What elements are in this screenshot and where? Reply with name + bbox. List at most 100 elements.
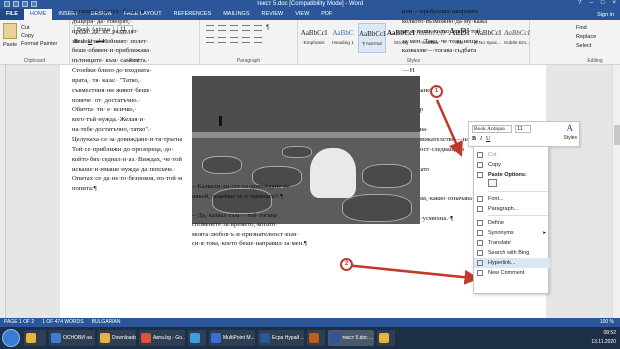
sign-in-link[interactable]: Sign in [597,12,620,18]
multilevel-list-icon[interactable] [230,25,238,31]
menu-item-label: Hyperlink... [488,260,516,266]
menu-item-copy[interactable]: Copy [474,160,550,170]
tab-file[interactable]: FILE [0,9,24,20]
cut-button[interactable]: Cut [21,24,57,32]
scrollbar-thumb[interactable] [614,125,620,145]
tab-pdf[interactable]: PDF [315,9,338,20]
clock-time: 08:52 [603,330,616,336]
app-icon [26,333,36,343]
tab-review[interactable]: REVIEW [256,9,290,20]
menu-item-label: Synonyms [488,230,514,236]
menu-item-translate[interactable]: Translate [474,238,550,248]
style-name: Heading 1 [332,41,354,46]
mini-italic-button[interactable]: I [480,136,482,142]
tab-home[interactable]: HOME [23,9,53,20]
tab-mailings[interactable]: MAILINGS [217,9,255,20]
text-line: който·бях·седнал·и·аз.·Виждах,·че·той· [72,155,182,163]
help-button[interactable]: ? [578,0,581,6]
taskbar-item[interactable]: текст 5.doc ... [328,330,374,346]
app-icon [100,333,110,343]
align-left-icon[interactable] [206,37,214,43]
text-line: завинаги.· Нейният· полет· [72,37,149,45]
menu-item-define[interactable]: Define [474,218,550,228]
minimize-button[interactable]: – [590,0,593,6]
start-button-icon[interactable] [2,329,20,347]
link-icon [477,260,483,266]
menu-item-cut[interactable]: Cut [474,150,550,160]
format-painter-button[interactable]: Format Painter [21,40,57,48]
style-name: ¶ Normal [362,42,382,47]
menu-separator [488,191,548,192]
text-effects-icon[interactable]: A [567,123,574,133]
show-formatting-button[interactable]: ¶ [266,25,269,31]
align-center-icon[interactable] [218,37,226,43]
style-emphasis[interactable]: AaBbCcI Emphasis [300,23,328,53]
taskbar-item[interactable]: ОСНОВИ на ... [49,330,95,346]
justify-icon[interactable] [242,37,250,43]
page-count[interactable]: PAGE 1 OF 2 [4,318,34,327]
mini-styles-button[interactable]: Styles [563,135,577,141]
editing-group: Find Replace Select Editing [570,20,620,65]
app-icon [330,333,340,343]
paste-icon[interactable] [3,23,17,39]
submenu-arrow-icon: ▸ [543,230,546,236]
vertical-scrollbar[interactable] [612,65,620,318]
taskbar-item-label: Есра Нурай ... [272,335,304,341]
bullets-icon[interactable] [206,25,214,31]
taskbar-item[interactable] [188,330,206,346]
replace-button[interactable]: Replace [576,33,596,42]
find-button[interactable]: Find [576,24,596,33]
text-column-left[interactable]: летището· дочух· баща· и· дъщеря· да· гов… [72,7,182,194]
text-line: Той·се·приближи·до·прозореца,·до· [72,145,174,153]
paste-keep-text-icon[interactable] [488,179,497,187]
taskbar-item[interactable] [307,330,325,346]
text-line: повече· от· достатъчно.· [72,96,141,104]
taskbar-item[interactable]: MultiPoint M... [209,330,255,346]
synonyms-icon [477,230,483,236]
text-line: на·тебе·достатъчно,·татко".· [72,126,152,134]
app-icon [309,333,319,343]
mini-font-size[interactable]: 11 [515,125,531,133]
decrease-indent-icon[interactable] [242,25,250,31]
increase-indent-icon[interactable] [254,25,262,31]
menu-item-search-bing[interactable]: Search with Bing [474,248,550,258]
copy-button[interactable]: Copy [21,32,57,40]
style-sample: AaBbC [332,29,354,37]
zoom-level[interactable]: 100 % [600,318,614,327]
app-icon [211,333,221,343]
taskbar-item[interactable] [377,330,395,346]
taskbar-item[interactable]: Downloads [98,330,136,346]
mini-font-name[interactable]: Book Antiqua [472,125,512,133]
numbering-icon[interactable] [218,25,226,31]
menu-item-label: Paragraph... [488,206,519,212]
word-count[interactable]: 1 OF 474 WORDS [42,318,83,327]
text-column-middle[interactable]: –·Казвали·ли·сте·се·довиждане·на· някой,·… [192,182,368,249]
taskbar-item[interactable]: Есра Нурай ... [258,330,304,346]
taskbar-item[interactable] [24,330,46,346]
menu-item-synonyms[interactable]: Synonyms ▸ [474,228,550,238]
tab-view[interactable]: VIEW [289,9,315,20]
taskbar-item[interactable]: Авта.bg - Go... [139,330,185,346]
paste-button[interactable]: Paste [3,42,17,48]
status-bar: PAGE 1 OF 2 1 OF 474 WORDS BULGARIAN 100… [0,318,620,327]
text-line: ме·в·пише·колко·много·той [402,27,481,35]
menu-item-label: Cut [488,152,497,158]
style-heading-1[interactable]: AaBbC Heading 1 [329,23,357,53]
menu-item-font[interactable]: Font... [474,194,550,204]
align-right-icon[interactable] [230,37,238,43]
text-line: кого·тъй·нужда.·Желая·и· [72,116,146,124]
mini-bold-button[interactable]: B [472,136,476,142]
line-spacing-icon[interactable] [254,37,262,43]
close-button[interactable]: × [612,0,616,6]
style-normal[interactable]: AaBbCcI ¶ Normal [358,23,386,53]
menu-item-hyperlink[interactable]: Hyperlink... [474,258,550,268]
menu-item-paragraph[interactable]: Paragraph... [474,204,550,214]
language-indicator[interactable]: BULGARIAN [92,318,121,327]
text-line: колкото·възможно·да·му·кажа [402,17,488,25]
app-icon [51,333,61,343]
mini-underline-button[interactable]: U [486,136,490,142]
photo-sky [192,76,420,136]
menu-item-new-comment[interactable]: New Comment [474,268,550,278]
maximize-button[interactable]: □ [601,0,605,6]
select-button[interactable]: Select [576,42,596,51]
